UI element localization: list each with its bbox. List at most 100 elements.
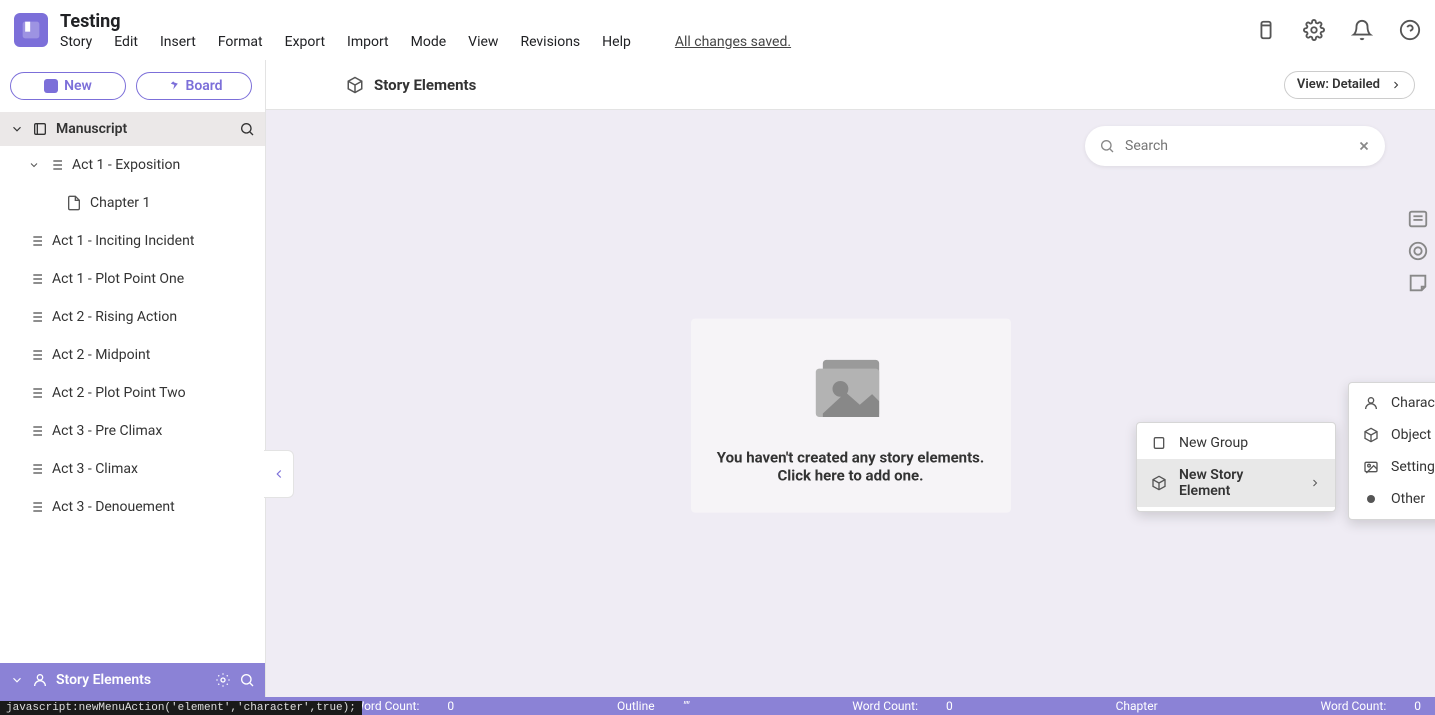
tree-item-label: Act 1 - Exposition	[72, 157, 180, 173]
list-icon	[28, 271, 44, 287]
board-button[interactable]: Board	[136, 72, 252, 100]
tree-item[interactable]: Act 2 - Plot Point Two	[0, 374, 265, 412]
ctx-item-label: New Group	[1179, 435, 1248, 451]
new-button-label: New	[64, 78, 92, 94]
manuscript-section[interactable]: Manuscript	[0, 112, 265, 146]
tree-item[interactable]: Act 1 - Inciting Incident	[0, 222, 265, 260]
person-icon	[1363, 395, 1379, 411]
submenu-label: Object	[1391, 427, 1431, 443]
tree-item-label: Act 1 - Plot Point One	[52, 271, 184, 287]
sidebar: New Board Manuscript Act 1 - Exposition C…	[0, 60, 266, 697]
new-button[interactable]: New	[10, 72, 126, 100]
menu-mode[interactable]: Mode	[411, 34, 447, 50]
view-label: View: Detailed	[1297, 77, 1380, 92]
list-icon	[28, 461, 44, 477]
tree-item-label: Act 2 - Midpoint	[52, 347, 150, 363]
status-wc3-label: Word Count:	[1306, 699, 1400, 713]
story-elements-section[interactable]: Story Elements	[0, 663, 265, 697]
content-title: Story Elements	[374, 76, 476, 94]
menu-edit[interactable]: Edit	[114, 34, 138, 50]
list-icon	[28, 499, 44, 515]
note-icon[interactable]	[1407, 272, 1429, 294]
menu-import[interactable]: Import	[347, 34, 389, 50]
status-wc2-label: Word Count:	[838, 699, 932, 713]
empty-text-1: You haven't created any story elements.	[713, 448, 989, 466]
status-wc2-value: 0	[932, 699, 967, 713]
manuscript-tree: Act 1 - Exposition Chapter 1 Act 1 - Incit…	[0, 146, 265, 663]
content: Story Elements View: Detailed	[266, 60, 1435, 697]
submenu-item[interactable]: Object	[1349, 419, 1435, 451]
menu-export[interactable]: Export	[285, 34, 325, 50]
device-icon[interactable]	[1255, 19, 1277, 41]
view-toggle[interactable]: View: Detailed	[1284, 71, 1415, 99]
status-wc1-value: 0	[433, 699, 468, 713]
help-icon[interactable]	[1399, 19, 1421, 41]
submenu-item[interactable]: Setting	[1349, 451, 1435, 483]
tree-item[interactable]: Act 2 - Rising Action	[0, 298, 265, 336]
topbar: Testing Story Edit Insert Format Export Impor…	[0, 0, 1435, 60]
board-button-label: Board	[185, 78, 222, 94]
status-mid: ""	[669, 699, 704, 713]
status-chapter: Chapter	[1102, 699, 1172, 713]
save-status: All changes saved.	[675, 34, 791, 50]
tree-item-label: Act 3 - Pre Climax	[52, 423, 162, 439]
search-icon[interactable]	[239, 672, 255, 688]
cube-icon	[1363, 427, 1379, 443]
tree-item[interactable]: Act 1 - Plot Point One	[0, 260, 265, 298]
menu-help[interactable]: Help	[602, 34, 631, 50]
list-icon	[28, 233, 44, 249]
menu-story[interactable]: Story	[60, 34, 92, 50]
list-icon[interactable]	[1407, 208, 1429, 230]
status-outline: Outline	[603, 699, 669, 713]
tree-item[interactable]: Act 3 - Denouement	[0, 488, 265, 526]
submenu-label: Character	[1391, 395, 1435, 411]
gear-icon[interactable]	[215, 672, 231, 688]
canvas[interactable]: You haven't created any story elements. …	[266, 110, 1435, 697]
submenu-item[interactable]: Other	[1349, 483, 1435, 515]
tree-item-label: Chapter 1	[90, 195, 150, 211]
search-input[interactable]	[1125, 138, 1347, 154]
manuscript-label: Manuscript	[56, 121, 231, 137]
chevron-right-icon	[1309, 477, 1321, 489]
story-elements-label: Story Elements	[56, 672, 207, 688]
tree-item[interactable]: Act 2 - Midpoint	[0, 336, 265, 374]
menubar: Story Edit Insert Format Export Import Mode Vie…	[60, 34, 791, 50]
page-icon	[66, 195, 82, 211]
list-icon	[48, 157, 64, 173]
tree-item[interactable]: Chapter 1	[0, 184, 265, 222]
ctx-item-label: New Story Element	[1179, 467, 1297, 499]
app-logo[interactable]	[14, 13, 48, 47]
menu-revisions[interactable]: Revisions	[520, 34, 580, 50]
menu-format[interactable]: Format	[218, 34, 263, 50]
empty-state-card[interactable]: You haven't created any story elements. …	[691, 318, 1011, 512]
list-icon	[28, 385, 44, 401]
chevron-right-icon	[1390, 79, 1402, 91]
list-icon	[28, 309, 44, 325]
tree-item-label: Act 2 - Plot Point Two	[52, 385, 186, 401]
bell-icon[interactable]	[1351, 19, 1373, 41]
target-icon[interactable]	[1407, 240, 1429, 262]
list-icon	[28, 423, 44, 439]
tree-item[interactable]: Act 1 - Exposition	[0, 146, 265, 184]
project-title: Testing	[60, 11, 791, 32]
image-placeholder-icon	[807, 346, 895, 434]
clear-icon[interactable]	[1357, 139, 1371, 153]
tree-item-label: Act 1 - Inciting Incident	[52, 233, 194, 249]
ctx-item[interactable]: New Story Element	[1137, 459, 1335, 507]
tree-item[interactable]: Act 3 - Climax	[0, 450, 265, 488]
list-icon	[28, 347, 44, 363]
chevron-down-icon	[28, 159, 40, 171]
search-icon	[1099, 138, 1115, 154]
submenu-item[interactable]: Character	[1349, 387, 1435, 419]
ctx-item[interactable]: New Group	[1137, 427, 1335, 459]
menu-view[interactable]: View	[468, 34, 498, 50]
collapse-sidebar-handle[interactable]	[264, 450, 294, 498]
settings-icon[interactable]	[1303, 19, 1325, 41]
chevron-down-icon	[10, 673, 24, 687]
person-icon	[32, 672, 48, 688]
tree-item[interactable]: Act 3 - Pre Climax	[0, 412, 265, 450]
cube-icon	[1151, 475, 1167, 491]
cube-icon	[346, 76, 364, 94]
search-icon[interactable]	[239, 121, 255, 137]
menu-insert[interactable]: Insert	[160, 34, 196, 50]
